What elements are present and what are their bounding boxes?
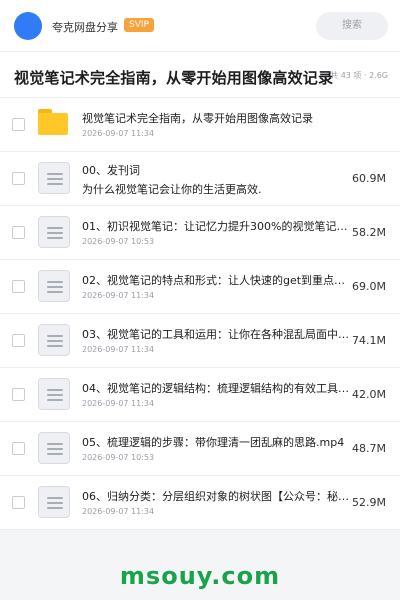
- file-date: 2026-09-07 11:34: [82, 291, 155, 300]
- file-date: 2026-09-07 11:34: [82, 129, 155, 138]
- checkbox[interactable]: [12, 388, 25, 401]
- file-name: 05、梳理逻辑的步骤：带你理清一团乱麻的思路.mp4: [82, 436, 345, 449]
- file-name: 01、初识视觉笔记：让记忆力提升300%的视觉笔记…: [82, 220, 348, 233]
- list-item[interactable]: 00、发刊词 为什么视觉笔记会让你的生活更高效. 60.9M: [0, 152, 400, 206]
- file-name: 视觉笔记术完全指南，从零开始用图像高效记录: [82, 112, 313, 125]
- search-button[interactable]: 搜索: [316, 12, 388, 40]
- file-size: 48.7M: [352, 442, 386, 455]
- checkbox[interactable]: [12, 118, 25, 131]
- file-name: 04、视觉笔记的逻辑结构：梳理逻辑结构的有效工具【…: [82, 382, 354, 395]
- svip-badge: SVIP: [124, 18, 154, 32]
- list-item[interactable]: 03、视觉笔记的工具和运用：让你在各种混乱局面中不… 2026-09-07 11…: [0, 314, 400, 368]
- document-icon: [38, 324, 70, 356]
- file-subtitle: 为什么视觉笔记会让你的生活更高效.: [82, 183, 262, 196]
- file-list: 视觉笔记术完全指南，从零开始用图像高效记录 2026-09-07 11:34 0…: [0, 98, 400, 530]
- document-icon: [38, 486, 70, 518]
- page-title: 视觉笔记术完全指南，从零开始用图像高效记录: [14, 69, 334, 87]
- document-icon: [38, 270, 70, 302]
- app-header: 夸克网盘分享 SVIP 搜索: [0, 0, 400, 52]
- list-item[interactable]: 02、视觉笔记的特点和形式：让人快速的get到重点… 2026-09-07 11…: [0, 260, 400, 314]
- checkbox[interactable]: [12, 280, 25, 293]
- file-date: 2026-09-07 11:34: [82, 399, 155, 408]
- file-name: 03、视觉笔记的工具和运用：让你在各种混乱局面中不…: [82, 328, 354, 341]
- file-size: 52.9M: [352, 496, 386, 509]
- checkbox[interactable]: [12, 442, 25, 455]
- file-date: 2026-09-07 11:34: [82, 507, 155, 516]
- file-name: 00、发刊词: [82, 164, 140, 177]
- file-size: 69.0M: [352, 280, 386, 293]
- document-icon: [38, 432, 70, 464]
- checkbox[interactable]: [12, 226, 25, 239]
- brand-name: 夸克网盘分享: [52, 21, 118, 34]
- avatar[interactable]: [14, 12, 42, 40]
- file-size: 58.2M: [352, 226, 386, 239]
- file-size: 42.0M: [352, 388, 386, 401]
- list-item[interactable]: 04、视觉笔记的逻辑结构：梳理逻辑结构的有效工具【… 2026-09-07 11…: [0, 368, 400, 422]
- file-name: 02、视觉笔记的特点和形式：让人快速的get到重点…: [82, 274, 346, 287]
- checkbox[interactable]: [12, 496, 25, 509]
- document-icon: [38, 378, 70, 410]
- document-icon: [38, 216, 70, 248]
- file-date: 2026-09-07 11:34: [82, 345, 155, 354]
- document-icon: [38, 162, 70, 194]
- file-size: 74.1M: [352, 334, 386, 347]
- file-date: 2026-09-07 10:53: [82, 237, 155, 246]
- checkbox[interactable]: [12, 172, 25, 185]
- title-bar: 视觉笔记术完全指南，从零开始用图像高效记录 共 43 项 · 2.6G: [0, 52, 400, 98]
- file-size: 60.9M: [352, 172, 386, 185]
- list-item[interactable]: 06、归纳分类：分层组织对象的树状图【公众号：秘知… 2026-09-07 11…: [0, 476, 400, 530]
- checkbox[interactable]: [12, 334, 25, 347]
- file-name: 06、归纳分类：分层组织对象的树状图【公众号：秘知…: [82, 490, 354, 503]
- folder-icon: [38, 109, 68, 135]
- list-item[interactable]: 01、初识视觉笔记：让记忆力提升300%的视觉笔记… 2026-09-07 10…: [0, 206, 400, 260]
- watermark: msouy.com: [119, 562, 281, 590]
- file-date: 2026-09-07 10:53: [82, 453, 155, 462]
- item-count-meta: 共 43 项 · 2.6G: [330, 71, 388, 80]
- list-item[interactable]: 视觉笔记术完全指南，从零开始用图像高效记录 2026-09-07 11:34: [0, 98, 400, 152]
- list-item[interactable]: 05、梳理逻辑的步骤：带你理清一团乱麻的思路.mp4 2026-09-07 10…: [0, 422, 400, 476]
